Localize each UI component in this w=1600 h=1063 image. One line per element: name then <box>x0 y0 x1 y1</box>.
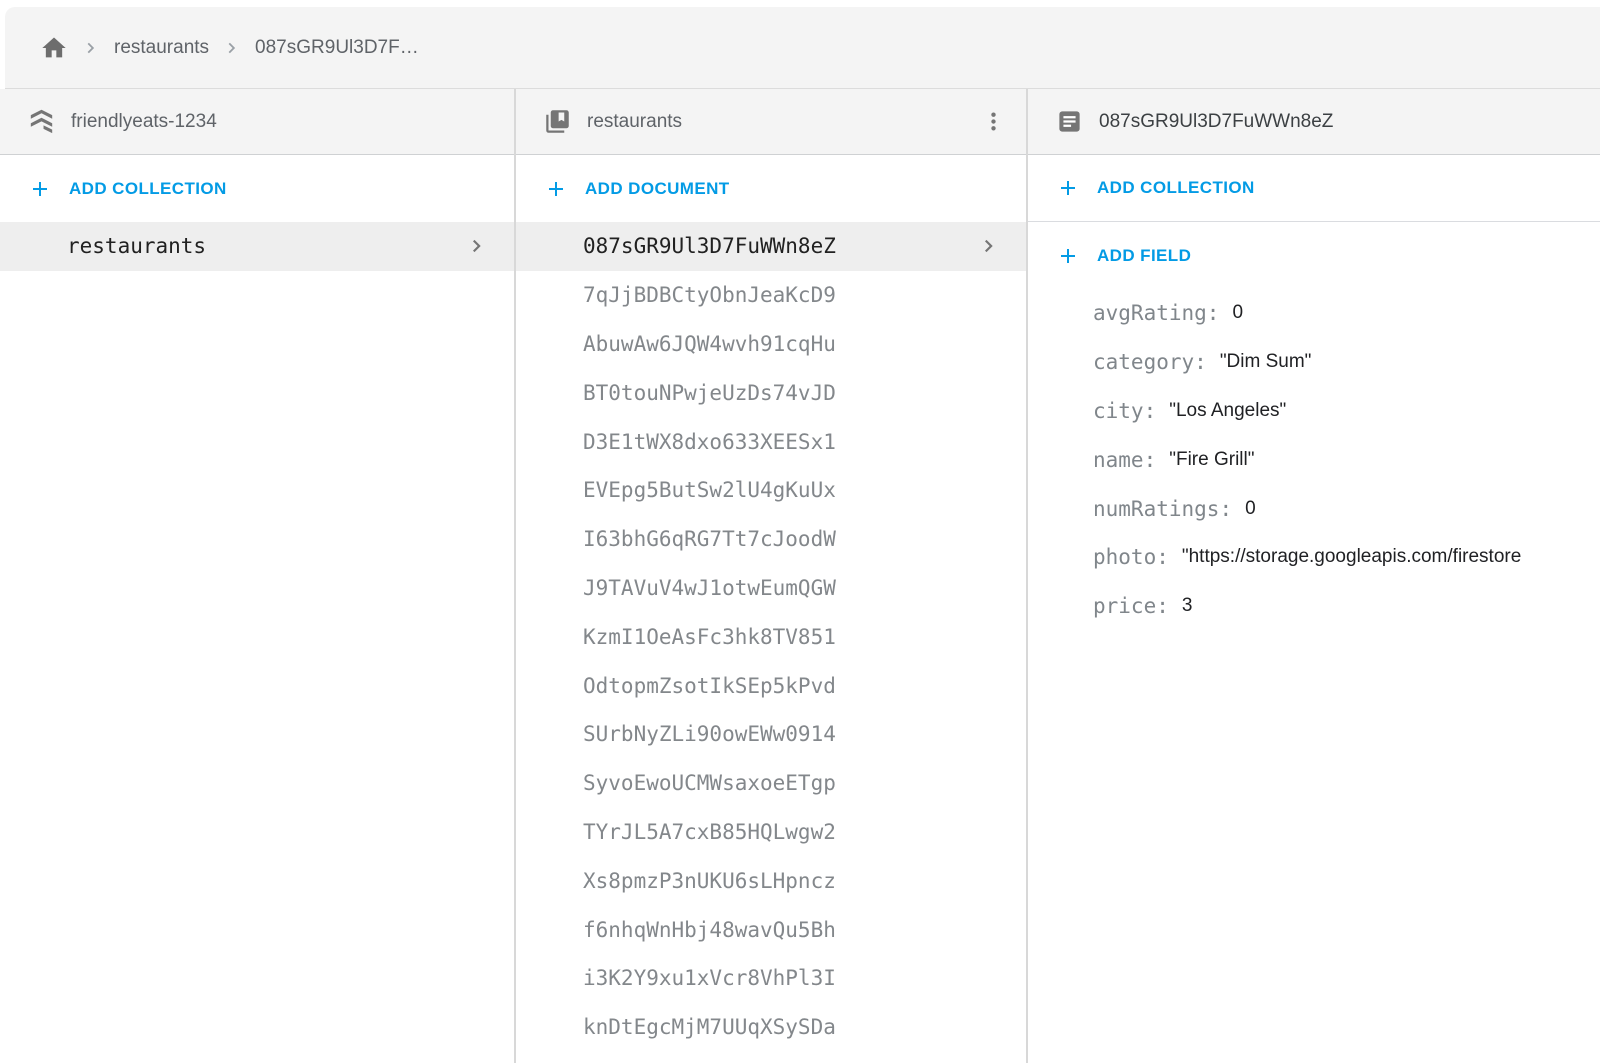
document-id: BT0touNPwjeUzDs74vJD <box>583 381 836 405</box>
collection-panel-header: restaurants <box>516 89 1026 155</box>
field-key: numRatings <box>1093 497 1232 521</box>
document-id: f6nhqWnHbj48wavQu5Bh <box>583 918 836 942</box>
field-value: 0 <box>1245 498 1256 520</box>
add-field-label: ADD FIELD <box>1097 246 1191 266</box>
add-collection-label: ADD COLLECTION <box>69 179 227 199</box>
add-document-label: ADD DOCUMENT <box>585 179 730 199</box>
chevron-right-icon <box>80 37 102 59</box>
breadcrumb-document: 087sGR9Ul3D7F… <box>255 37 419 59</box>
field-row[interactable]: category "Dim Sum" <box>1028 338 1600 387</box>
document-id: D3E1tWX8dxo633XEESx1 <box>583 430 836 454</box>
document-id: J9TAVuV4wJ1otwEumQGW <box>583 576 836 600</box>
document-id: Xs8pmzP3nUKU6sLHpncz <box>583 869 836 893</box>
document-id: TYrJL5A7cxB85HQLwgw2 <box>583 820 836 844</box>
document-list-item[interactable]: D3E1tWX8dxo633XEESx1 <box>516 417 1026 466</box>
document-list-item[interactable]: BT0touNPwjeUzDs74vJD <box>516 368 1026 417</box>
document-list-item[interactable]: OdtopmZsotIkSEp5kPvd <box>516 661 1026 710</box>
collection-list: restaurants <box>0 222 514 271</box>
database-title: friendlyeats-1234 <box>71 111 217 133</box>
document-list-item[interactable]: 7qJjBDBCtyObnJeaKcD9 <box>516 271 1026 320</box>
plus-icon <box>1056 244 1080 268</box>
field-row[interactable]: avgRating 0 <box>1028 289 1600 338</box>
document-list-item[interactable]: SUrbNyZLi90owEWw0914 <box>516 710 1026 759</box>
more-vert-icon[interactable] <box>977 105 1010 138</box>
document-title: 087sGR9Ul3D7FuWWn8eZ <box>1099 111 1333 133</box>
document-list-item[interactable]: i3K2Y9xu1xVcr8VhPl3I <box>516 954 1026 1003</box>
firestore-database-icon <box>28 108 55 135</box>
document-id: i3K2Y9xu1xVcr8VhPl3I <box>583 966 836 990</box>
document-id: SUrbNyZLi90owEWw0914 <box>583 722 836 746</box>
field-row[interactable]: price 3 <box>1028 582 1600 631</box>
document-id: 087sGR9Ul3D7FuWWn8eZ <box>583 234 836 258</box>
field-key: price <box>1093 594 1169 618</box>
document-id: EVEpg5ButSw2lU4gKuUx <box>583 478 836 502</box>
document-list-item[interactable]: EVEpg5ButSw2lU4gKuUx <box>516 466 1026 515</box>
database-panel-header: friendlyeats-1234 <box>0 89 514 155</box>
add-subcollection-button[interactable]: ADD COLLECTION <box>1028 155 1600 222</box>
plus-icon <box>544 177 568 201</box>
field-value: "Fire Grill" <box>1169 449 1254 471</box>
plus-icon <box>28 177 52 201</box>
field-value: "https://storage.googleapis.com/firestor… <box>1182 546 1521 568</box>
plus-icon <box>1056 176 1080 200</box>
collection-list-item[interactable]: restaurants <box>0 222 514 271</box>
document-list-item[interactable]: KzmI1OeAsFc3hk8TV851 <box>516 612 1026 661</box>
document-list: 087sGR9Ul3D7FuWWn8eZ 7qJjBDBCtyObnJeaKcD… <box>516 222 1026 1052</box>
field-key: name <box>1093 448 1156 472</box>
field-value: "Dim Sum" <box>1220 351 1312 373</box>
document-list-item[interactable]: Xs8pmzP3nUKU6sLHpncz <box>516 856 1026 905</box>
document-id: 7qJjBDBCtyObnJeaKcD9 <box>583 283 836 307</box>
field-key: avgRating <box>1093 301 1219 325</box>
field-row[interactable]: photo "https://storage.googleapis.com/fi… <box>1028 533 1600 582</box>
document-list-item[interactable]: TYrJL5A7cxB85HQLwgw2 <box>516 808 1026 857</box>
field-list: avgRating 0 category "Dim Sum" city "Los… <box>1028 289 1600 631</box>
collection-name: restaurants <box>67 234 206 258</box>
document-id: SyvoEwoUCMWsaxoeETgp <box>583 771 836 795</box>
document-id: OdtopmZsotIkSEp5kPvd <box>583 674 836 698</box>
breadcrumb: restaurants 087sGR9Ul3D7F… <box>5 7 1600 89</box>
field-row[interactable]: numRatings 0 <box>1028 484 1600 533</box>
document-list-item[interactable]: 087sGR9Ul3D7FuWWn8eZ <box>516 222 1026 271</box>
document-id: AbuwAw6JQW4wvh91cqHu <box>583 332 836 356</box>
field-value: 0 <box>1232 302 1243 324</box>
home-icon[interactable] <box>40 34 68 62</box>
database-panel: friendlyeats-1234 ADD COLLECTION restaur… <box>0 89 516 1063</box>
document-list-item[interactable]: SyvoEwoUCMWsaxoeETgp <box>516 759 1026 808</box>
document-list-item[interactable]: knDtEgcMjM7UUqXSySDa <box>516 1003 1026 1052</box>
add-field-button[interactable]: ADD FIELD <box>1028 222 1600 289</box>
field-value: "Los Angeles" <box>1169 400 1286 422</box>
document-icon <box>1056 108 1083 135</box>
document-list-item[interactable]: J9TAVuV4wJ1otwEumQGW <box>516 564 1026 613</box>
add-subcollection-label: ADD COLLECTION <box>1097 178 1255 198</box>
chevron-right-icon <box>464 233 490 259</box>
document-list-item[interactable]: I63bhG6qRG7Tt7cJoodW <box>516 515 1026 564</box>
document-list-item[interactable]: f6nhqWnHbj48wavQu5Bh <box>516 905 1026 954</box>
document-list-item[interactable]: AbuwAw6JQW4wvh91cqHu <box>516 320 1026 369</box>
document-panel-header: 087sGR9Ul3D7FuWWn8eZ <box>1028 89 1600 155</box>
field-value: 3 <box>1182 595 1193 617</box>
document-id: KzmI1OeAsFc3hk8TV851 <box>583 625 836 649</box>
field-key: city <box>1093 399 1156 423</box>
collection-panel: restaurants ADD DOCUMENT 087sGR9Ul3D7FuW… <box>516 89 1028 1063</box>
field-row[interactable]: name "Fire Grill" <box>1028 435 1600 484</box>
chevron-right-icon <box>221 37 243 59</box>
field-key: photo <box>1093 545 1169 569</box>
document-id: I63bhG6qRG7Tt7cJoodW <box>583 527 836 551</box>
field-row[interactable]: city "Los Angeles" <box>1028 387 1600 436</box>
firestore-panel-columns: friendlyeats-1234 ADD COLLECTION restaur… <box>0 89 1600 1063</box>
document-id: knDtEgcMjM7UUqXSySDa <box>583 1015 836 1039</box>
collection-title: restaurants <box>587 111 682 133</box>
add-document-button[interactable]: ADD DOCUMENT <box>516 155 1026 222</box>
collections-bookmark-icon <box>544 108 571 135</box>
add-collection-button[interactable]: ADD COLLECTION <box>0 155 514 222</box>
field-key: category <box>1093 350 1207 374</box>
document-panel: 087sGR9Ul3D7FuWWn8eZ ADD COLLECTION ADD … <box>1028 89 1600 1063</box>
chevron-right-icon <box>976 233 1002 259</box>
breadcrumb-collection[interactable]: restaurants <box>114 37 209 59</box>
